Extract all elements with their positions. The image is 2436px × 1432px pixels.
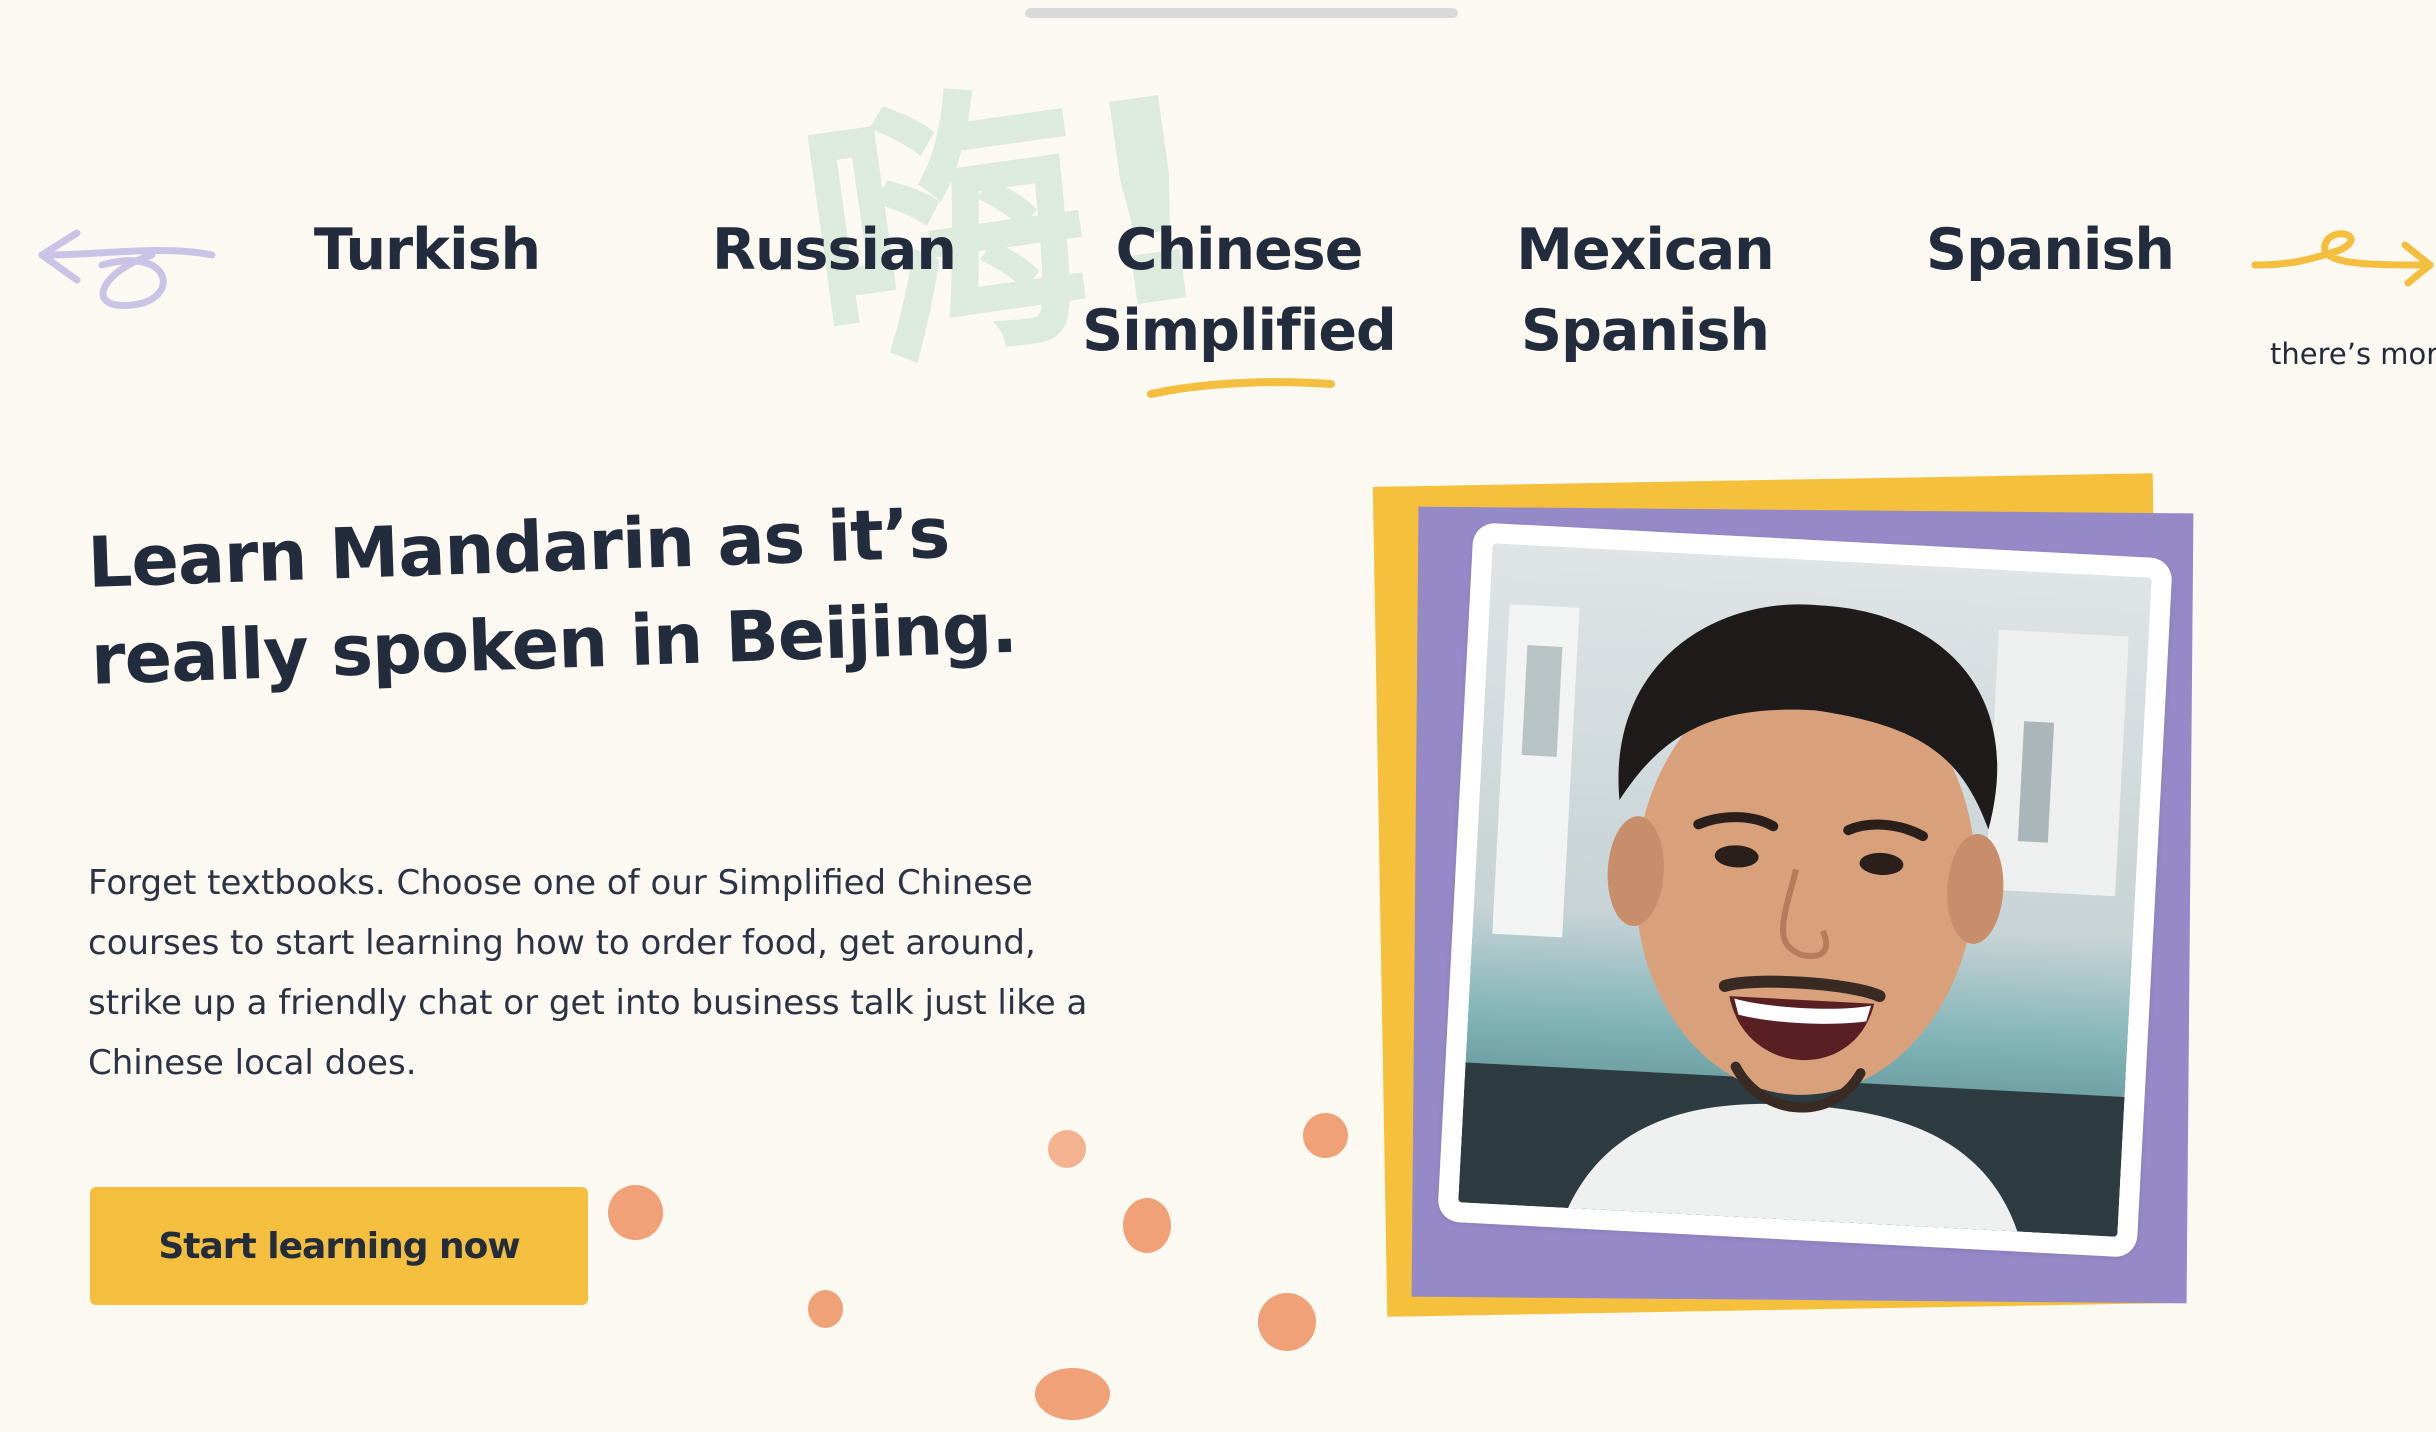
hero-photo <box>1360 465 2220 1345</box>
tab-label: Spanish <box>1926 217 2175 283</box>
portrait-photo <box>1458 543 2152 1237</box>
paint-splash <box>1303 1113 1348 1158</box>
start-learning-button[interactable]: Start learning now <box>90 1187 588 1305</box>
tab-spanish[interactable]: Spanish <box>1860 210 2240 291</box>
active-tab-underline <box>1147 378 1335 398</box>
paint-splash <box>1035 1368 1110 1420</box>
tab-label-line2: Simplified <box>1082 298 1397 364</box>
tab-turkish[interactable]: Turkish <box>237 210 617 291</box>
paint-splash <box>1258 1293 1316 1351</box>
page-headline: Learn Mandarin as it’s really spoken in … <box>86 477 1192 709</box>
tab-label: Turkish <box>313 217 541 283</box>
paint-splash <box>1123 1198 1171 1253</box>
description-line: Chinese local does. <box>88 1043 417 1083</box>
paint-splash <box>808 1290 843 1328</box>
paint-splash <box>608 1185 663 1240</box>
tab-label: Russian <box>712 217 957 283</box>
arrow-right-icon[interactable] <box>2250 220 2436 290</box>
tab-label-line1: Chinese <box>1115 217 1364 283</box>
description-line: courses to start learning how to order f… <box>88 923 1036 963</box>
more-languages-hint[interactable]: there’s more <box>2270 337 2436 371</box>
description-line: Forget textbooks. Choose one of our Simp… <box>88 863 1033 903</box>
tab-label-line1: Mexican <box>1516 217 1775 283</box>
tab-russian[interactable]: Russian <box>644 210 1024 291</box>
description-line: strike up a friendly chat or get into bu… <box>88 983 1088 1023</box>
tab-label-line2: Spanish <box>1521 298 1770 364</box>
tab-mexican-spanish[interactable]: Mexican Spanish <box>1455 210 1835 372</box>
tab-chinese-simplified[interactable]: Chinese Simplified <box>1049 210 1429 372</box>
hero-description: Forget textbooks. Choose one of our Simp… <box>88 853 1188 1093</box>
top-scroll-indicator <box>1025 8 1458 18</box>
arrow-left-icon[interactable] <box>22 225 222 315</box>
photo-card <box>1437 522 2173 1258</box>
paint-splash <box>1048 1130 1086 1168</box>
